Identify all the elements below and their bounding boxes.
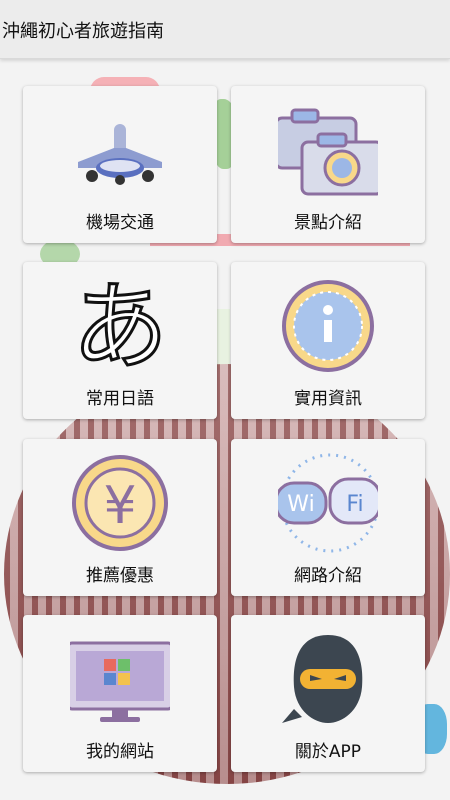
svg-text:Fi: Fi xyxy=(346,492,363,517)
menu-card-airport-transport[interactable]: 機場交通 xyxy=(23,86,217,243)
hiragana-a-icon: あ xyxy=(71,272,170,376)
app-bar: 沖繩初心者旅遊指南 xyxy=(0,0,450,59)
menu-card-practical-info[interactable]: 實用資訊 xyxy=(231,262,425,419)
menu-card-japanese-phrases[interactable]: あ 常用日語 xyxy=(23,262,217,419)
menu-card-internet[interactable]: Wi Fi 網路介紹 xyxy=(231,439,425,596)
menu-card-label: 景點介紹 xyxy=(294,213,362,233)
menu-card-label: 我的網站 xyxy=(86,742,154,762)
ninja-icon xyxy=(282,635,363,723)
menu-card-about-app[interactable]: 關於APP xyxy=(231,615,425,772)
menu-card-label: 推薦優惠 xyxy=(86,566,154,586)
svg-text:Wi: Wi xyxy=(287,492,314,517)
menu-card-attractions[interactable]: 景點介紹 xyxy=(231,86,425,243)
monitor-icon xyxy=(70,641,170,722)
menu-card-deals[interactable]: ¥ 推薦優惠 xyxy=(23,439,217,596)
menu-card-label: 機場交通 xyxy=(86,213,154,233)
menu-card-label: 實用資訊 xyxy=(294,389,362,409)
menu-card-label: 網路介紹 xyxy=(294,566,362,586)
yen-coin-icon: ¥ xyxy=(72,455,168,551)
wifi-icon: Wi Fi xyxy=(278,453,378,553)
airplane-icon xyxy=(78,124,162,185)
svg-text:¥: ¥ xyxy=(103,476,136,536)
menu-card-label: 常用日語 xyxy=(86,389,154,409)
svg-text:あ: あ xyxy=(72,272,168,376)
app-title: 沖繩初心者旅遊指南 xyxy=(2,21,164,42)
info-icon xyxy=(282,280,374,372)
camera-icon xyxy=(278,108,378,196)
menu-card-label: 關於APP xyxy=(294,742,362,762)
menu-card-my-website[interactable]: 我的網站 xyxy=(23,615,217,772)
